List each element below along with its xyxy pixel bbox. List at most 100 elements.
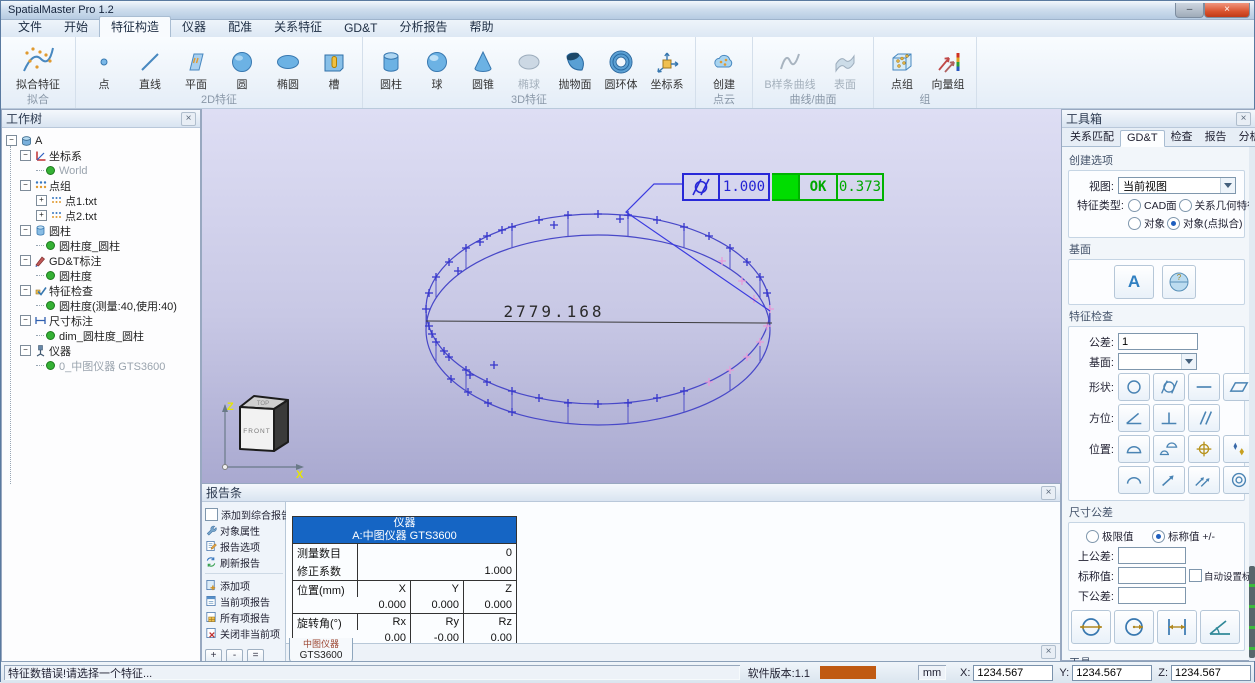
collapse-toggle-icon[interactable]: − [20, 225, 31, 236]
tab-gdt[interactable]: GD&T [1120, 130, 1165, 147]
ribbon-button-paraboloid[interactable]: 抛物面 [552, 48, 598, 93]
straightness-button[interactable] [1188, 373, 1220, 401]
radio-relation-geometry[interactable]: 关系几何特征 [1179, 198, 1255, 213]
tree-node-points2[interactable]: + 点2.txt [2, 208, 200, 223]
tree-node-feature-checks[interactable]: − 特征检查 [2, 283, 200, 298]
coord-x-input[interactable] [973, 665, 1053, 681]
ribbon-button-line[interactable]: 直线 [127, 48, 173, 93]
collapse-toggle-icon[interactable]: − [6, 135, 17, 146]
ribbon-button-cone[interactable]: 圆锥 [460, 48, 506, 93]
ribbon-button-vector-group[interactable]: 向量组 [925, 48, 971, 93]
ribbon-button-slot[interactable]: 槽 [311, 48, 357, 93]
minimize-button[interactable]: – [1175, 3, 1204, 18]
profile-surface-button[interactable] [1118, 435, 1150, 463]
tree-node-cylindricity-cylinder[interactable]: 圆柱度_圆柱 [2, 238, 200, 253]
auto-nominal-checkbox[interactable]: 自动设置标称值 [1189, 569, 1255, 583]
report-options-button[interactable]: 报告选项 [205, 538, 283, 554]
lower-tolerance-input[interactable] [1118, 587, 1186, 604]
menu-tab-analysis-report[interactable]: 分析报告 [388, 17, 458, 37]
cylindricity-button[interactable] [1153, 373, 1185, 401]
tree-node-world[interactable]: World [2, 163, 200, 178]
datum-a-button[interactable]: A [1114, 265, 1154, 299]
view-cube[interactable]: TOP FRONT Z X [222, 396, 304, 481]
menu-tab-file[interactable]: 文件 [7, 17, 53, 37]
worktree-close-icon[interactable]: × [181, 112, 196, 126]
collapse-toggle-icon[interactable]: − [20, 285, 31, 296]
tab-relation-match[interactable]: 关系匹配 [1064, 127, 1120, 146]
toolbox-close-icon[interactable]: × [1236, 112, 1251, 126]
circular-runout-button[interactable] [1153, 466, 1185, 494]
datum-select[interactable] [1118, 353, 1197, 370]
ribbon-button-cylinder[interactable]: 圆柱 [368, 48, 414, 93]
tree-node-gdt-annotations[interactable]: − GD&T标注 [2, 253, 200, 268]
menu-tab-alignment[interactable]: 配准 [217, 17, 263, 37]
collapse-toggle-icon[interactable]: − [20, 150, 31, 161]
ribbon-button-create-pointcloud[interactable]: 创建 [701, 48, 747, 93]
menu-tab-instrument[interactable]: 仪器 [171, 17, 217, 37]
radio-object[interactable]: 对象 [1128, 216, 1165, 231]
coord-z-input[interactable] [1171, 665, 1251, 681]
ribbon-button-point[interactable]: 点 [81, 48, 127, 93]
composite-profile-button[interactable] [1153, 435, 1185, 463]
ribbon-button-coordsys[interactable]: 坐标系 [644, 48, 690, 93]
tab-analysis[interactable]: 分析 [1233, 127, 1255, 146]
tab-report[interactable]: 报告 [1199, 127, 1233, 146]
tree-node-cylindricity-check[interactable]: 圆柱度(测量:40,使用:40) [2, 298, 200, 313]
refresh-report-button[interactable]: 刷新报告 [205, 554, 283, 570]
tolerance-input[interactable] [1118, 333, 1198, 350]
tree-node-points1[interactable]: + 点1.txt [2, 193, 200, 208]
tree-node-dim-cylindricity[interactable]: dim_圆柱度_圆柱 [2, 328, 200, 343]
tree-node-instrument-gts3600[interactable]: 0_中图仪器 GTS3600 [2, 358, 200, 373]
diameter-dim-button[interactable] [1071, 610, 1111, 644]
tree-node-root[interactable]: − A [2, 133, 200, 148]
menu-tab-feature-construct[interactable]: 特征构造 [99, 16, 171, 37]
tree-node-cylindricity[interactable]: 圆柱度 [2, 268, 200, 283]
circularity-button[interactable] [1118, 373, 1150, 401]
menu-tab-relation-feature[interactable]: 关系特征 [263, 17, 333, 37]
toolbox-scrollbar[interactable] [1249, 147, 1255, 661]
distance-dim-button[interactable] [1157, 610, 1197, 644]
tree-node-cylinder[interactable]: − 圆柱 [2, 223, 200, 238]
ribbon-button-sphere[interactable]: 球 [414, 48, 460, 93]
expand-toggle-icon[interactable]: + [36, 210, 47, 221]
viewport-3d[interactable]: 2779.168 TOP FRONT Z X 1.000 OK 0.373 [201, 109, 1061, 483]
object-properties-button[interactable]: 对象属性 [205, 522, 283, 538]
profile-line-button[interactable] [1118, 466, 1150, 494]
report-tab-close-icon[interactable]: × [1041, 645, 1056, 659]
reportbar-close-icon[interactable]: × [1041, 486, 1056, 500]
angularity-button[interactable] [1118, 404, 1150, 432]
close-button[interactable]: × [1204, 3, 1250, 18]
tree-node-pointgroups[interactable]: − 点组 [2, 178, 200, 193]
tree-node-coordsys[interactable]: − 坐标系 [2, 148, 200, 163]
radio-cad-face[interactable]: CAD面 [1128, 198, 1177, 213]
collapse-toggle-icon[interactable]: − [20, 180, 31, 191]
all-items-report-button[interactable]: 所有项报告 [205, 609, 283, 625]
ribbon-button-ellipse[interactable]: 椭圆 [265, 48, 311, 93]
ribbon-button-fit-feature[interactable]: 拟合特征 [6, 42, 70, 93]
ribbon-button-plane[interactable]: 平面 [173, 48, 219, 93]
close-non-current-button[interactable]: 关闭非当前项 [205, 625, 283, 641]
expand-toggle-icon[interactable]: + [36, 195, 47, 206]
current-item-report-button[interactable]: 当前项报告 [205, 593, 283, 609]
ribbon-button-torus[interactable]: 圆环体 [598, 48, 644, 93]
radio-nominal-value[interactable]: 标称值 +/- [1152, 529, 1215, 544]
menu-tab-help[interactable]: 帮助 [458, 17, 504, 37]
collapse-toggle-icon[interactable]: − [20, 255, 31, 266]
add-item-button[interactable]: 添加项 [205, 577, 283, 593]
tree-node-instruments[interactable]: − 仪器 [2, 343, 200, 358]
radius-dim-button[interactable] [1114, 610, 1154, 644]
parallelism-button[interactable] [1188, 404, 1220, 432]
coord-y-input[interactable] [1072, 665, 1152, 681]
upper-tolerance-input[interactable] [1118, 547, 1186, 564]
ribbon-button-point-group[interactable]: 点组 [879, 48, 925, 93]
add-to-report-checkbox[interactable]: 添加到综合报告 [205, 506, 283, 522]
datum-sphere-button[interactable]: ? [1162, 265, 1196, 299]
collapse-toggle-icon[interactable]: − [20, 345, 31, 356]
radio-limit-value[interactable]: 极限值 [1086, 529, 1150, 544]
tree-node-dimensions[interactable]: − 尺寸标注 [2, 313, 200, 328]
radio-object-point-fit[interactable]: 对象(点拟合) [1167, 216, 1243, 231]
menu-tab-start[interactable]: 开始 [53, 17, 99, 37]
position-button[interactable] [1188, 435, 1220, 463]
angle-dim-button[interactable] [1200, 610, 1240, 644]
collapse-toggle-icon[interactable]: − [20, 315, 31, 326]
